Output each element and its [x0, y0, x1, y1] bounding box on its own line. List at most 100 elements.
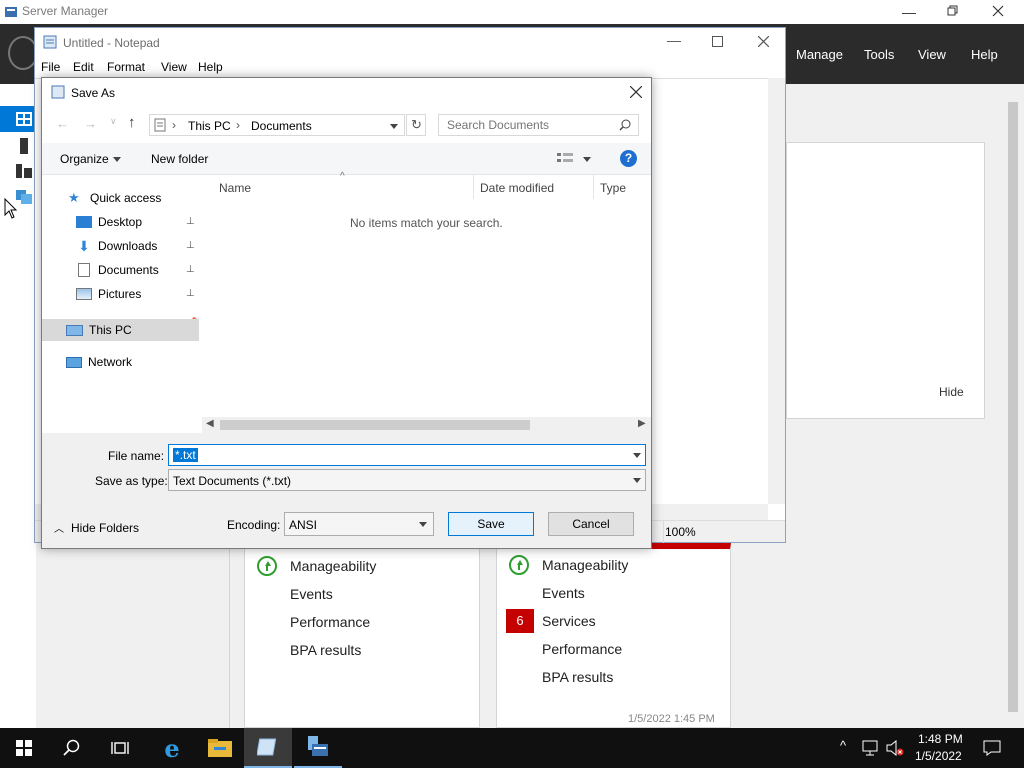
save-as-type-label: Save as type:	[95, 474, 168, 488]
pin-icon[interactable]: ⊥	[186, 240, 195, 251]
menu-tools[interactable]: Tools	[864, 47, 894, 62]
new-folder-button[interactable]: New folder	[151, 152, 208, 166]
menu-file[interactable]: File	[41, 60, 60, 74]
dialog-titlebar: Save As	[42, 78, 651, 108]
nav-network[interactable]: Network	[66, 351, 132, 373]
menu-view[interactable]: View	[918, 47, 946, 62]
pin-icon[interactable]: ⊥	[186, 264, 195, 275]
tile-item-events[interactable]: Events	[290, 586, 333, 602]
chevron-down-icon[interactable]	[633, 453, 641, 458]
tile-item-bpa-results[interactable]: BPA results	[290, 642, 361, 658]
menu-help[interactable]: Help	[198, 60, 223, 74]
clock-time[interactable]: 1:48 PM	[918, 732, 963, 746]
sidebar-dashboard-selected[interactable]	[0, 106, 36, 132]
menu-edit[interactable]: Edit	[73, 60, 94, 74]
nav-quick-access[interactable]: ★ Quick access	[68, 187, 161, 209]
file-services-icon[interactable]	[16, 190, 32, 204]
local-server-icon[interactable]	[20, 138, 28, 154]
maximize-icon[interactable]	[712, 36, 723, 47]
chevron-down-icon[interactable]	[419, 522, 427, 527]
horizontal-scrollbar[interactable]: ◀ ▶	[202, 417, 651, 433]
save-button[interactable]: Save	[448, 512, 534, 536]
refresh-button[interactable]: ↻	[406, 114, 426, 136]
tile-item-bpa-results[interactable]: BPA results	[542, 669, 613, 685]
close-icon[interactable]	[630, 86, 642, 98]
menu-manage[interactable]: Manage	[796, 47, 843, 62]
close-icon[interactable]	[992, 5, 1004, 17]
file-name-label: File name:	[108, 449, 165, 463]
internet-explorer-icon: e	[164, 733, 180, 763]
notepad-vscroll[interactable]	[768, 78, 785, 504]
up-arrow-icon[interactable]: ↑	[128, 114, 136, 131]
view-options-icon[interactable]	[557, 152, 573, 164]
minimize-icon[interactable]: —	[902, 4, 916, 20]
breadcrumb-this-pc[interactable]: This PC	[188, 119, 231, 133]
notepad-taskbar-button[interactable]	[244, 728, 292, 768]
dialog-title: Save As	[71, 86, 116, 100]
address-bar[interactable]: › This PC › Documents	[149, 114, 405, 136]
menu-format[interactable]: Format	[107, 60, 145, 74]
menu-view[interactable]: View	[161, 60, 187, 74]
column-name[interactable]: Name	[219, 181, 251, 195]
cancel-button[interactable]: Cancel	[548, 512, 634, 536]
internet-explorer-button[interactable]: e	[148, 728, 196, 768]
search-button[interactable]	[48, 728, 96, 768]
save-as-type-select[interactable]: Text Documents (*.txt)	[168, 469, 646, 491]
task-view-button[interactable]	[96, 728, 144, 768]
all-servers-icon[interactable]	[16, 164, 32, 178]
column-date-modified[interactable]: Date modified	[480, 181, 554, 195]
scrollbar[interactable]	[1006, 102, 1020, 728]
scrollbar-thumb[interactable]	[220, 420, 530, 430]
file-list: ^ Name Date modified Type No items match…	[202, 171, 651, 433]
nav-label: This PC	[89, 323, 132, 337]
nav-label: Documents	[98, 263, 159, 277]
scrollbar-thumb[interactable]	[1008, 102, 1018, 712]
hide-folders-button[interactable]: ︿ Hide Folders	[54, 520, 139, 536]
nav-desktop[interactable]: Desktop	[76, 211, 142, 233]
notifications-icon[interactable]	[983, 740, 1001, 756]
file-name-input[interactable]: *.txt	[168, 444, 646, 466]
restore-icon[interactable]	[947, 5, 959, 17]
forward-arrow-icon[interactable]: →	[84, 116, 97, 131]
volume-muted-icon[interactable]	[886, 740, 904, 756]
column-type[interactable]: Type	[600, 181, 626, 195]
scroll-left-icon[interactable]: ◀	[206, 418, 214, 429]
organize-button[interactable]: Organize	[60, 152, 109, 166]
back-arrow-icon[interactable]: ←	[56, 116, 69, 131]
close-icon[interactable]	[758, 36, 769, 47]
tile-item-services[interactable]: Services	[542, 613, 596, 629]
help-icon[interactable]: ?	[620, 150, 637, 167]
search-input[interactable]	[445, 117, 613, 133]
hide-link[interactable]: Hide	[939, 385, 964, 399]
show-hidden-icons-icon[interactable]: ^	[840, 738, 846, 753]
tile-item-performance[interactable]: Performance	[290, 614, 370, 630]
tile-item-manageability[interactable]: Manageability	[542, 557, 628, 573]
nav-pictures[interactable]: Pictures	[76, 283, 141, 305]
pin-icon[interactable]: ⊥	[186, 216, 195, 227]
server-manager-taskbar-button[interactable]	[294, 728, 342, 768]
tile-item-events[interactable]: Events	[542, 585, 585, 601]
chevron-down-icon[interactable]	[390, 124, 398, 129]
encoding-select[interactable]: ANSI	[284, 512, 434, 536]
tile-item-performance[interactable]: Performance	[542, 641, 622, 657]
scroll-right-icon[interactable]: ▶	[638, 418, 646, 429]
search-box[interactable]	[438, 114, 639, 136]
document-icon	[154, 118, 166, 132]
clock-date[interactable]: 1/5/2022	[915, 749, 962, 763]
network-status-icon[interactable]	[862, 740, 880, 756]
save-as-dialog: Save As ← → ∨ ↑ › This PC › Documents ↻	[41, 77, 652, 549]
breadcrumb-documents[interactable]: Documents	[251, 119, 312, 133]
nav-downloads[interactable]: ⬇ Downloads	[76, 235, 157, 257]
windows-icon	[16, 740, 32, 756]
start-button[interactable]	[0, 728, 48, 768]
minimize-icon[interactable]: —	[667, 32, 681, 48]
pin-icon[interactable]: ⊥	[186, 288, 195, 299]
view-chevron-icon[interactable]	[583, 157, 591, 162]
chevron-down-icon[interactable]	[633, 478, 641, 483]
menu-help[interactable]: Help	[971, 47, 998, 62]
tile-item-manageability[interactable]: Manageability	[290, 558, 376, 574]
recent-chevron-icon[interactable]: ∨	[110, 116, 117, 127]
nav-documents[interactable]: Documents	[76, 259, 159, 281]
nav-this-pc[interactable]: This PC	[66, 319, 132, 341]
file-explorer-button[interactable]	[196, 728, 244, 768]
